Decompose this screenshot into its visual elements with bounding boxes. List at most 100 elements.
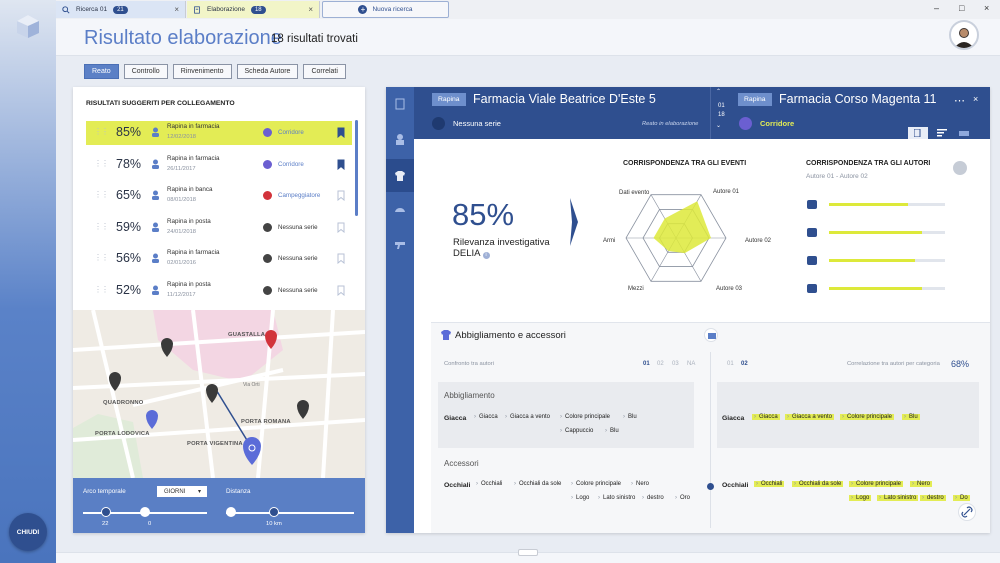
- author-tool[interactable]: [386, 122, 414, 155]
- filter-tabs: Reato Controllo Rinvenimento Scheda Auto…: [84, 64, 346, 79]
- time-slider-knob-end[interactable]: [140, 507, 150, 517]
- clothing-tool[interactable]: [386, 159, 414, 192]
- map-label: PORTA LODOVICA: [95, 431, 150, 437]
- time-unit-select[interactable]: GIORNI ▾: [157, 486, 207, 497]
- avatar[interactable]: [949, 20, 979, 50]
- author-filter-01[interactable]: 01: [727, 361, 734, 367]
- authors-avatar-icon[interactable]: [953, 161, 967, 175]
- pager-down-icon[interactable]: ⌄: [716, 122, 721, 129]
- attribute-tag: destro: [642, 495, 664, 501]
- drag-handle-icon[interactable]: ⋮⋮: [94, 222, 109, 231]
- correlation-value: 68%: [951, 359, 970, 369]
- link-marker-icon: [707, 483, 714, 490]
- radar-label: Mezzi: [628, 286, 644, 292]
- user-icon: [152, 253, 159, 263]
- drag-handle-icon[interactable]: ⋮⋮: [94, 253, 109, 262]
- scrollbar[interactable]: [355, 120, 358, 216]
- tab-ricerca[interactable]: Ricerca 01 21 ×: [56, 1, 186, 18]
- map-label: GUASTALLA: [228, 332, 266, 338]
- shirt-icon: [441, 330, 451, 340]
- window-close-icon[interactable]: ×: [984, 3, 989, 13]
- vehicle-tool[interactable]: [386, 193, 414, 226]
- more-options-icon[interactable]: ⋯: [954, 94, 965, 107]
- minimize-icon[interactable]: –: [934, 3, 939, 13]
- attribute-tag: Occhiali da sole: [792, 481, 844, 487]
- bookmark-icon[interactable]: [337, 285, 345, 296]
- pager-up-icon[interactable]: ⌃: [716, 88, 721, 95]
- bookmark-icon[interactable]: [337, 190, 345, 201]
- drag-handle-icon[interactable]: ⋮⋮: [94, 159, 109, 168]
- author-filter-03[interactable]: 03: [672, 361, 679, 367]
- tab-elaborazione[interactable]: Elaborazione 18 ×: [187, 1, 320, 18]
- filter-scheda-autore[interactable]: Scheda Autore: [236, 64, 299, 79]
- attribute-tag: Occhiali: [476, 481, 502, 487]
- attribute-tag: Blu: [902, 414, 920, 420]
- column-divider: [710, 352, 711, 528]
- close-panel-icon[interactable]: ×: [973, 94, 978, 104]
- series-name: Nessuna serie: [278, 255, 318, 262]
- result-row[interactable]: ⋮⋮ 65% Rapina in banca 08/01/2018 Campeggiat…: [86, 184, 352, 208]
- document-tool[interactable]: [386, 87, 414, 120]
- maximize-icon[interactable]: □: [959, 3, 964, 13]
- filter-correlati[interactable]: Correlati: [303, 64, 346, 79]
- filter-reato[interactable]: Reato: [84, 64, 119, 79]
- author-bar-fill: [829, 203, 908, 206]
- bookmark-icon[interactable]: [337, 127, 345, 138]
- drawer-handle[interactable]: [518, 549, 538, 556]
- attribute-tag: Giacca a vento: [505, 414, 550, 420]
- drag-handle-icon[interactable]: ⋮⋮: [94, 127, 109, 136]
- author-filter-01[interactable]: 01: [643, 361, 650, 367]
- item-key: Occhiali: [444, 482, 471, 489]
- vehicle-icon: [395, 207, 405, 212]
- image-icon[interactable]: [704, 328, 718, 342]
- attribute-tag: Occhiali: [754, 481, 785, 487]
- bookmark-icon[interactable]: [337, 222, 345, 233]
- time-slider-knob-start[interactable]: [101, 507, 111, 517]
- drag-handle-icon[interactable]: ⋮⋮: [94, 285, 109, 294]
- new-search-button[interactable]: + Nuova ricerca: [322, 1, 449, 18]
- match-percent: 78%: [116, 156, 142, 171]
- view-cards-icon[interactable]: [908, 127, 928, 139]
- relevance-percent: 85%: [452, 197, 515, 232]
- bookmark-icon[interactable]: [337, 253, 345, 264]
- match-percent: 56%: [116, 251, 142, 265]
- category-clothing: Abbigliamento: [444, 391, 495, 400]
- result-row[interactable]: ⋮⋮ 59% Rapina in posta 24/01/2018 Nessuna se…: [86, 216, 352, 240]
- map-label: PORTA VIGENTINA: [187, 441, 243, 447]
- result-row[interactable]: ⋮⋮ 56% Rapina in farmacia 02/01/2016 Nessuna…: [86, 247, 352, 271]
- close-button[interactable]: CHIUDI: [9, 513, 47, 551]
- result-row[interactable]: ⋮⋮ 78% Rapina in farmacia 26/11/2017 Corrido…: [86, 153, 352, 177]
- result-row[interactable]: ⋮⋮ 52% Rapina in posta 11/12/2017 Nessuna se…: [86, 279, 352, 303]
- distance-slider-track[interactable]: [226, 512, 354, 514]
- right-series: Corridore: [760, 119, 795, 128]
- link-button[interactable]: [958, 503, 976, 521]
- author-filter-na[interactable]: NA: [687, 361, 695, 367]
- bookmark-icon[interactable]: [337, 159, 345, 170]
- match-percent: 65%: [116, 188, 142, 202]
- crime-type: Rapina in farmacia: [167, 123, 220, 130]
- info-icon[interactable]: i: [482, 252, 490, 259]
- crime-map[interactable]: GUASTALLA QUADRONNO PORTA ROMANA PORTA L…: [73, 310, 365, 478]
- author-filter-02[interactable]: 02: [741, 361, 748, 367]
- close-tab-icon[interactable]: ×: [308, 5, 313, 14]
- attribute-tag: Giacca: [752, 414, 780, 420]
- weapon-tool[interactable]: [386, 228, 414, 261]
- bottom-bar: [56, 549, 1000, 563]
- radar-area: [653, 201, 711, 254]
- radar-label: Autore 02: [745, 238, 772, 244]
- crime-date: 08/01/2018: [167, 197, 197, 203]
- filter-rinvenimento[interactable]: Rinvenimento: [172, 64, 232, 79]
- filter-controllo[interactable]: Controllo: [123, 64, 168, 79]
- map-label: QUADRONNO: [103, 400, 144, 406]
- result-row[interactable]: ⋮⋮ 85% Rapina in farmacia 12/02/2018 Corrido…: [86, 121, 352, 145]
- drag-handle-icon[interactable]: ⋮⋮: [94, 190, 109, 199]
- comparison-header: Rapina Farmacia Viale Beatrice D'Este 5 …: [414, 87, 990, 139]
- distance-knob-end[interactable]: [269, 507, 279, 517]
- series-name: Campeggiatore: [278, 192, 321, 199]
- attribute-tag: Occhiali da sole: [514, 481, 561, 487]
- view-bars-icon[interactable]: [932, 127, 952, 139]
- close-tab-icon[interactable]: ×: [174, 5, 179, 14]
- author-filter-02[interactable]: 02: [657, 361, 664, 367]
- distance-knob-start[interactable]: [226, 507, 236, 517]
- view-table-icon[interactable]: [954, 127, 974, 139]
